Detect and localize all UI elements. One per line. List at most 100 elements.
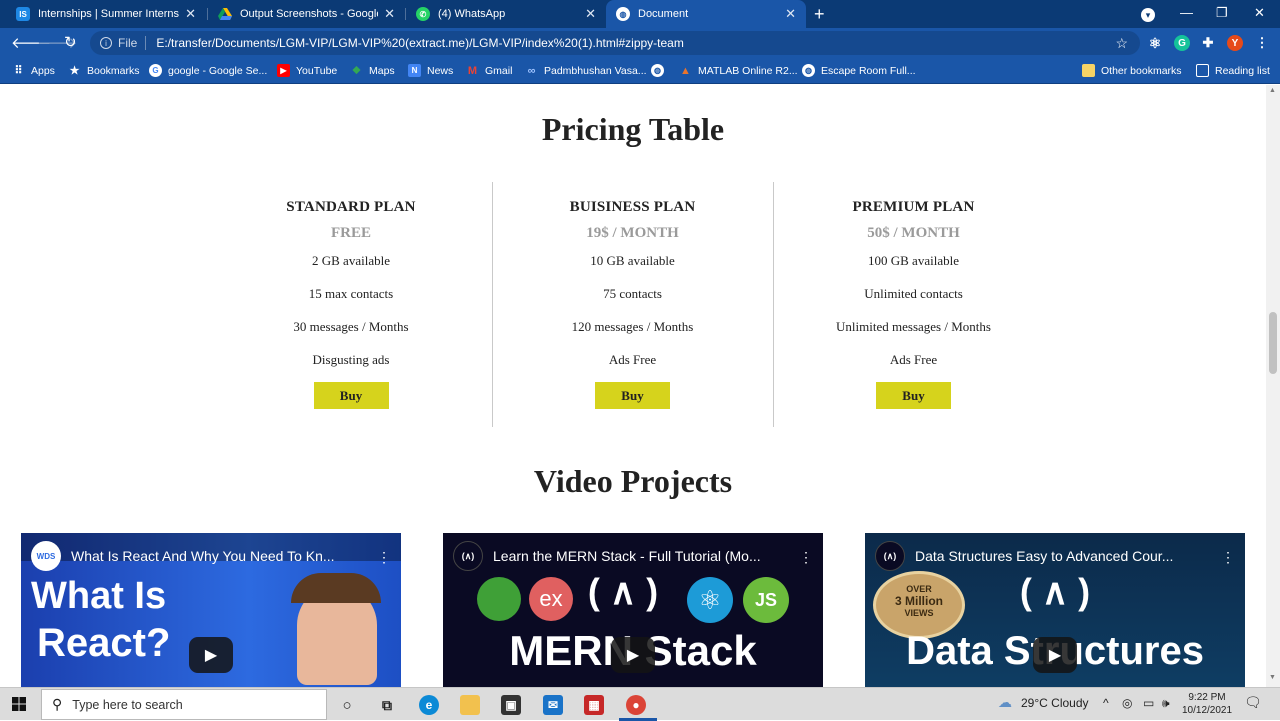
profile-avatar[interactable]: Y bbox=[1227, 35, 1243, 51]
video-title[interactable]: WDS What Is React And Why You Need To Kn… bbox=[31, 541, 375, 571]
other-bookmarks[interactable]: Other bookmarks bbox=[1082, 64, 1182, 77]
react-extension-icon[interactable]: ⚛ bbox=[1147, 35, 1163, 51]
windows-start-icon[interactable] bbox=[12, 697, 26, 716]
video-embed-data-structures[interactable]: OVER 3 Million VIEWS ( ∧ ) Data Structur… bbox=[865, 533, 1245, 687]
menu-icon[interactable]: ⋮ bbox=[1254, 35, 1270, 51]
tab-strip: IS Internships | Summer Internship ✕ Out… bbox=[0, 0, 1280, 28]
globe-icon: ◍ bbox=[651, 64, 664, 77]
maximize-button[interactable]: ❐ bbox=[1216, 5, 1228, 21]
react-logo: ⚛ bbox=[687, 577, 733, 623]
bookmark-globe[interactable]: ◍ bbox=[651, 64, 670, 77]
extensions-icon[interactable]: ✚ bbox=[1200, 35, 1216, 51]
plan-feature: Disgusting ads bbox=[312, 352, 390, 367]
grammarly-icon[interactable]: G bbox=[1174, 35, 1190, 51]
app-icon[interactable]: ▦ bbox=[584, 695, 604, 715]
video-embed-react[interactable]: What Is React? WDS What Is React And Why… bbox=[21, 533, 401, 687]
channel-avatar[interactable]: (∧) bbox=[875, 541, 905, 571]
new-tab-button[interactable]: + bbox=[814, 4, 825, 25]
close-icon[interactable]: ✕ bbox=[585, 6, 596, 22]
tab-whatsapp[interactable]: ✆ (4) WhatsApp ✕ bbox=[406, 0, 606, 28]
chevron-up-icon[interactable]: ^ bbox=[1103, 696, 1109, 710]
bookmark-padmbhushan[interactable]: ∞ Padmbhushan Vasa... bbox=[525, 64, 647, 77]
bookmark-label: YouTube bbox=[296, 64, 338, 77]
video-title[interactable]: (∧) Data Structures Easy to Advanced Cou… bbox=[875, 541, 1219, 571]
tab-internships[interactable]: IS Internships | Summer Internship ✕ bbox=[6, 0, 206, 28]
bookmark-matlab[interactable]: ▲ MATLAB Online R2... bbox=[679, 64, 798, 77]
reload-button[interactable]: ↻ bbox=[64, 33, 77, 51]
weather-text[interactable]: 29°C Cloudy bbox=[1021, 696, 1089, 710]
scroll-up-arrow[interactable]: ▲ bbox=[1269, 87, 1276, 94]
cortana-icon[interactable]: ○ bbox=[337, 695, 357, 715]
plan-feature: 10 GB available bbox=[590, 253, 675, 268]
plan-feature: Unlimited contacts bbox=[864, 286, 963, 301]
star-icon: ★ bbox=[69, 65, 80, 77]
bookmark-label: Padmbhushan Vasa... bbox=[544, 64, 647, 77]
more-options-icon[interactable]: ⋮ bbox=[1221, 549, 1235, 566]
page-scrollbar[interactable]: ▲ ▼ bbox=[1266, 85, 1280, 687]
play-button[interactable]: ▶ bbox=[611, 637, 655, 673]
chrome-icon[interactable]: ● bbox=[626, 695, 646, 715]
plan-feature: Ads Free bbox=[889, 352, 938, 367]
scrollbar-thumb[interactable] bbox=[1269, 312, 1277, 374]
video-title[interactable]: (∧) Learn the MERN Stack - Full Tutorial… bbox=[453, 541, 797, 571]
reading-list[interactable]: Reading list bbox=[1196, 64, 1270, 77]
reading-list-icon bbox=[1196, 64, 1209, 77]
task-view-icon[interactable]: ⧉ bbox=[377, 695, 397, 715]
store-icon[interactable]: ▣ bbox=[501, 695, 521, 715]
buy-button[interactable]: Buy bbox=[876, 382, 951, 409]
bookmark-news[interactable]: N News bbox=[408, 64, 453, 77]
weather-icon[interactable]: ☁ bbox=[998, 694, 1012, 711]
tab-search-icon[interactable]: ▾ bbox=[1141, 6, 1155, 22]
bookmark-google[interactable]: Ggoogle - Google Se... bbox=[149, 64, 267, 77]
bookmark-maps[interactable]: ⬥ Maps bbox=[350, 64, 395, 77]
play-button[interactable]: ▶ bbox=[1033, 637, 1077, 673]
plan-feature: 75 contacts bbox=[603, 286, 662, 301]
minimize-button[interactable]: — bbox=[1180, 5, 1193, 20]
bookmark-gmail[interactable]: M Gmail bbox=[466, 64, 513, 77]
channel-avatar[interactable]: (∧) bbox=[453, 541, 483, 571]
apps-grid-icon: ⠿ bbox=[14, 65, 23, 77]
bookmark-label: Bookmarks bbox=[87, 64, 140, 77]
bookmark-label: google - Google Se... bbox=[168, 64, 268, 77]
presenter-hair bbox=[291, 573, 381, 603]
bookmark-label: Apps bbox=[31, 64, 55, 77]
battery-icon[interactable]: ▭ bbox=[1143, 696, 1154, 710]
address-bar[interactable]: i File E:/transfer/Documents/LGM-VIP/LGM… bbox=[90, 31, 1140, 55]
bookmark-bookmarks[interactable]: ★ Bookmarks bbox=[68, 64, 140, 78]
clock[interactable]: 9:22 PM 10/12/2021 bbox=[1182, 691, 1232, 717]
tab-document[interactable]: ◍ Document ✕ bbox=[606, 0, 806, 28]
mail-icon[interactable]: ✉ bbox=[543, 695, 563, 715]
close-icon[interactable]: ✕ bbox=[384, 6, 395, 22]
url-scheme: File bbox=[118, 36, 138, 50]
more-options-icon[interactable]: ⋮ bbox=[799, 549, 813, 566]
play-button[interactable]: ▶ bbox=[189, 637, 233, 673]
more-options-icon[interactable]: ⋮ bbox=[377, 549, 391, 566]
info-icon[interactable]: i bbox=[100, 37, 112, 49]
bookmark-escape-room[interactable]: ◍ Escape Room Full... bbox=[802, 64, 916, 77]
bookmark-apps[interactable]: ⠿ Apps bbox=[12, 64, 55, 78]
bookmark-youtube[interactable]: ▶ YouTube bbox=[277, 64, 337, 77]
tab-output-screenshots[interactable]: Output Screenshots - Google Dri ✕ bbox=[208, 0, 405, 28]
channel-avatar[interactable]: WDS bbox=[31, 541, 61, 571]
maps-icon: ⬥ bbox=[352, 64, 361, 76]
bookmark-label: Reading list bbox=[1215, 64, 1270, 77]
taskbar-search-input[interactable]: ⚲ Type here to search bbox=[41, 689, 327, 720]
volume-icon[interactable]: 🕪 bbox=[1162, 696, 1170, 711]
video-embed-mern[interactable]: ex ( ∧ ) ⚛ JS MERN Stack (∧) Learn the M… bbox=[443, 533, 823, 687]
buy-button[interactable]: Buy bbox=[313, 382, 389, 409]
buy-button[interactable]: Buy bbox=[595, 382, 670, 409]
notifications-icon[interactable]: 🗨 bbox=[1244, 694, 1262, 711]
drive-icon bbox=[218, 7, 232, 21]
internshala-icon: IS bbox=[16, 7, 30, 21]
toolbar: 🡐 🡒 ↻ i File E:/transfer/Documents/LGM-V… bbox=[0, 28, 1280, 58]
close-icon[interactable]: ✕ bbox=[185, 6, 196, 22]
scroll-down-arrow[interactable]: ▼ bbox=[1269, 674, 1276, 681]
bookmark-star-icon[interactable]: ☆ bbox=[1115, 35, 1128, 52]
close-window-button[interactable]: ✕ bbox=[1254, 5, 1265, 21]
close-icon[interactable]: ✕ bbox=[785, 6, 796, 22]
news-icon: N bbox=[408, 64, 421, 77]
edge-icon[interactable]: e bbox=[419, 695, 439, 715]
file-explorer-icon[interactable] bbox=[460, 695, 480, 715]
tray-app-icon[interactable]: ◎ bbox=[1122, 696, 1132, 710]
thumb-text: ( ∧ ) bbox=[1019, 571, 1091, 612]
